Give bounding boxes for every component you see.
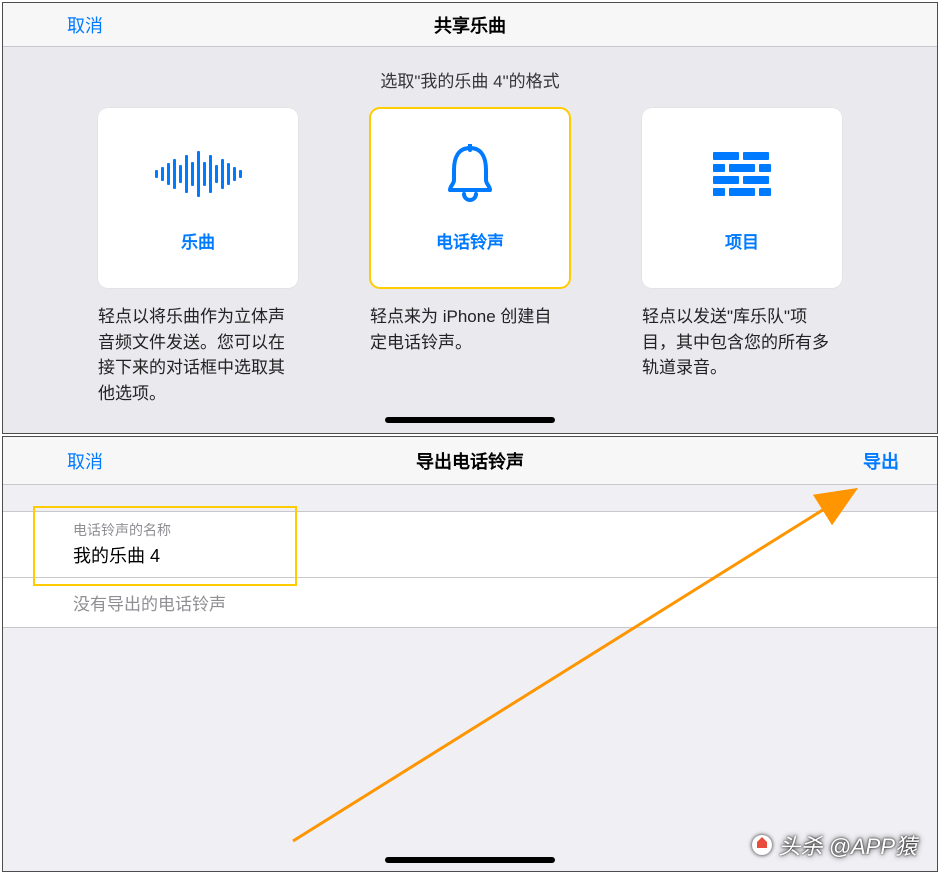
cancel-button[interactable]: 取消 <box>67 448 103 474</box>
ringtone-card-label: 电话铃声 <box>436 228 504 253</box>
home-indicator <box>385 857 555 863</box>
share-song-panel: 取消 共享乐曲 选取"我的乐曲 4"的格式 乐曲 轻点以将乐曲作为立体声音频文件… <box>2 2 938 434</box>
ringtone-name-cell[interactable]: 电话铃声的名称 <box>3 511 937 578</box>
cancel-button[interactable]: 取消 <box>67 12 103 38</box>
watermark-text: 头杀 @APP猿 <box>779 829 917 861</box>
ringtone-name-input[interactable] <box>73 544 867 565</box>
project-icon <box>713 144 771 204</box>
project-card-label: 项目 <box>725 228 759 253</box>
export-ringtone-panel: 取消 导出电话铃声 导出 电话铃声的名称 没有导出的电话铃声 头杀 @APP猿 <box>2 436 938 872</box>
ringtone-card[interactable]: 电话铃声 <box>370 108 570 288</box>
song-card[interactable]: 乐曲 <box>98 108 298 288</box>
export-button[interactable]: 导出 <box>863 448 899 474</box>
format-subtitle: 选取"我的乐曲 4"的格式 <box>3 67 937 92</box>
nav-title: 共享乐曲 <box>434 12 506 38</box>
bell-icon <box>442 144 498 204</box>
song-card-desc: 轻点以将乐曲作为立体声音频文件发送。您可以在接下来的对话框中选取其他选项。 <box>98 304 298 406</box>
nav-title: 导出电话铃声 <box>416 448 524 474</box>
ringtone-card-desc: 轻点来为 iPhone 创建自定电话铃声。 <box>370 304 570 355</box>
ringtone-name-caption: 电话铃声的名称 <box>73 520 867 540</box>
format-cards: 乐曲 轻点以将乐曲作为立体声音频文件发送。您可以在接下来的对话框中选取其他选项。… <box>3 108 937 406</box>
project-card-desc: 轻点以发送"库乐队"项目，其中包含您的所有多轨道录音。 <box>642 304 842 381</box>
no-exported-ringtones-row: 没有导出的电话铃声 <box>3 578 937 628</box>
nav-bar: 取消 导出电话铃声 导出 <box>3 437 937 485</box>
watermark: 头杀 @APP猿 <box>751 829 917 861</box>
watermark-icon <box>751 834 773 856</box>
song-card-label: 乐曲 <box>181 228 215 253</box>
home-indicator <box>385 417 555 423</box>
waveform-icon <box>155 144 242 204</box>
project-card[interactable]: 项目 <box>642 108 842 288</box>
nav-bar: 取消 共享乐曲 <box>3 3 937 47</box>
